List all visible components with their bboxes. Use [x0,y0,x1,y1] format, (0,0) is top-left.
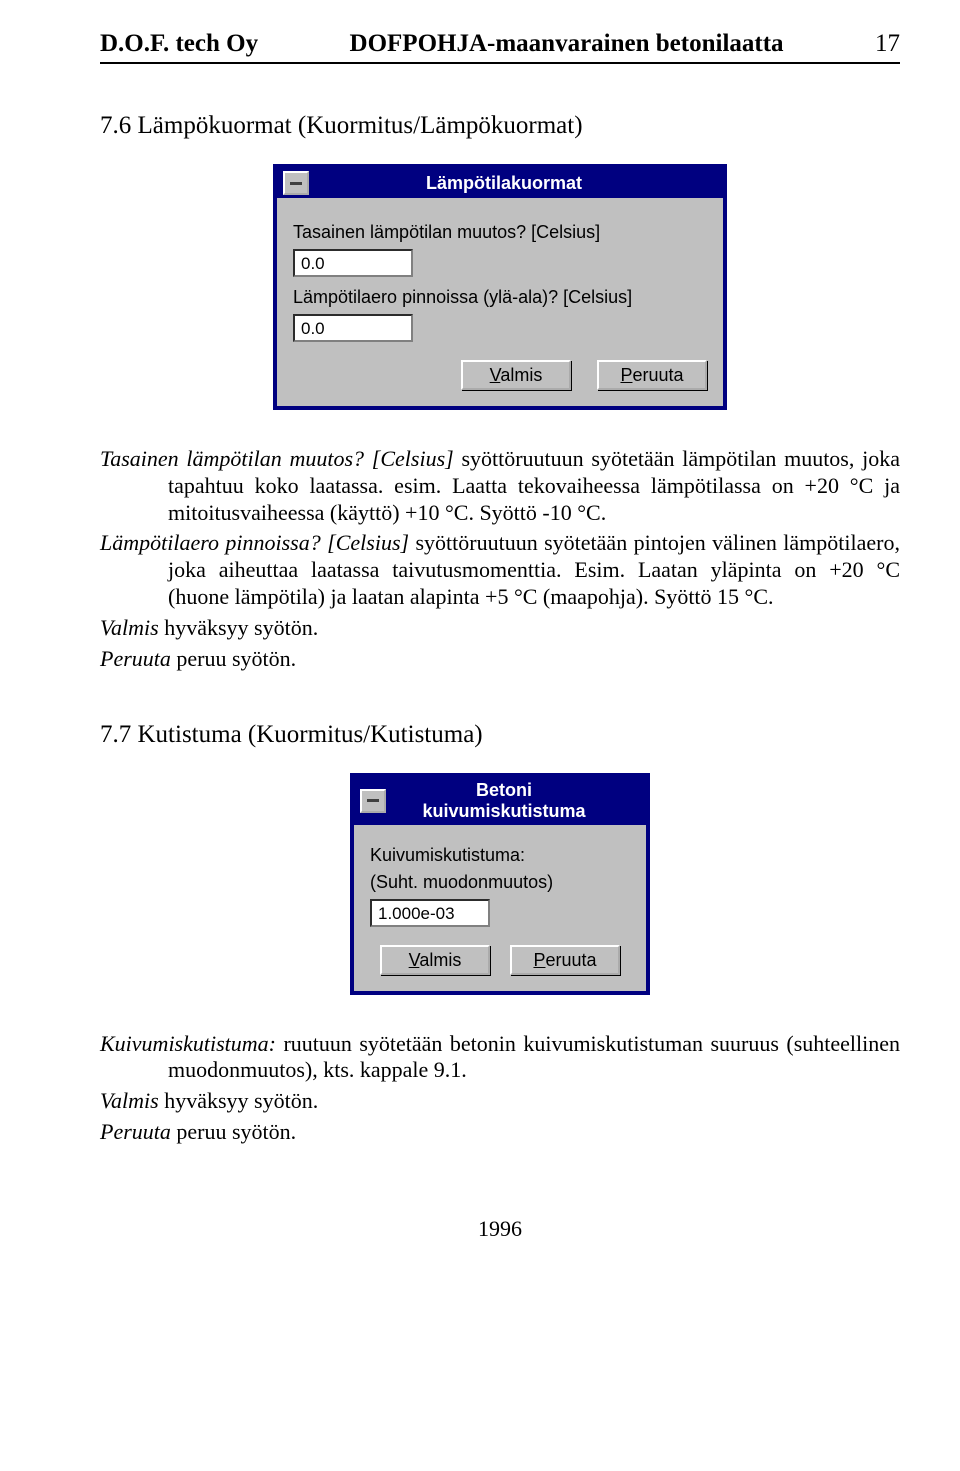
para-valmis-desc-2: Valmis hyväksyy syötön. [100,1088,900,1115]
term-valmis: Valmis [100,1088,159,1113]
para-peruuta-desc-2: Peruuta peruu syötön. [100,1119,900,1146]
para-valmis-desc: Valmis hyväksyy syötön. [100,615,900,642]
para-kuivumis-desc: Kuivumiskutistuma: ruutuun syötetään bet… [100,1031,900,1085]
dialog-title: Betoni kuivumiskutistuma [394,780,640,822]
term-kuivumis: Kuivumiskutistuma: [100,1031,276,1056]
para-peruuta-desc: Peruuta peruu syötön. [100,646,900,673]
term-lampotilaero: Lämpötilaero pinnoissa? [Celsius] [100,530,409,555]
para-lampotilaero-desc: Lämpötilaero pinnoissa? [Celsius] syöttö… [100,530,900,610]
dialog-title: Lämpötilakuormat [317,173,717,194]
valmis-button[interactable]: Valmis [461,360,571,390]
input-lampotilaero[interactable]: 0.0 [293,314,413,342]
term-valmis: Valmis [100,615,159,640]
header-company: D.O.F. tech Oy [100,30,258,58]
valmis-button[interactable]: Valmis [380,945,490,975]
page-header: D.O.F. tech Oy DOFPOHJA-maanvarainen bet… [100,30,900,64]
term-peruuta: Peruuta [100,646,171,671]
field-label-kuivumis-1: Kuivumiskutistuma: [370,845,630,866]
peruuta-button[interactable]: Peruuta [510,945,620,975]
dialog-titlebar: Lämpötilakuormat [277,168,723,198]
peruuta-button[interactable]: Peruuta [597,360,707,390]
input-tasainen-lampotila[interactable]: 0.0 [293,249,413,277]
term-tasainen: Tasainen lämpötilan muutos? [Celsius] [100,446,454,471]
header-title: DOFPOHJA-maanvarainen betonilaatta [350,30,784,58]
dialog-titlebar: Betoni kuivumiskutistuma [354,777,646,825]
dialog-kuivumiskutistuma: Betoni kuivumiskutistuma Kuivumiskutistu… [350,773,650,995]
dialog-lampotilakuormat: Lämpötilakuormat Tasainen lämpötilan muu… [273,164,727,410]
system-menu-icon[interactable] [360,789,386,813]
input-kuivumiskutistuma[interactable]: 1.000e-03 [370,899,490,927]
section-7-6-heading: 7.6 Lämpökuormat (Kuormitus/Lämpökuormat… [100,112,900,140]
section-7-7-heading: 7.7 Kutistuma (Kuormitus/Kutistuma) [100,721,900,749]
footer-year: 1996 [100,1216,900,1242]
field-label-lampotilaero: Lämpötilaero pinnoissa (ylä-ala)? [Celsi… [293,287,707,308]
term-peruuta: Peruuta [100,1119,171,1144]
header-page-number: 17 [875,30,900,58]
field-label-tasainen: Tasainen lämpötilan muutos? [Celsius] [293,222,707,243]
system-menu-icon[interactable] [283,171,309,195]
para-tasainen-desc: Tasainen lämpötilan muutos? [Celsius] sy… [100,446,900,526]
field-label-kuivumis-2: (Suht. muodonmuutos) [370,872,630,893]
